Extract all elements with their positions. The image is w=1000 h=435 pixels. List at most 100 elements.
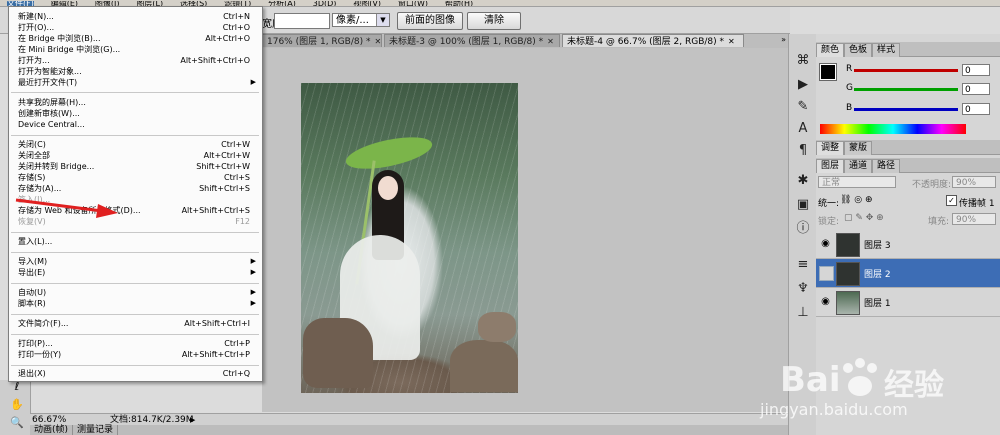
blend-mode-select[interactable]: 正常 [818, 176, 896, 188]
g-slider[interactable] [854, 88, 958, 91]
figure-face [378, 176, 398, 200]
menu-item-close[interactable]: 关闭(C) Ctrl+W [18, 139, 258, 150]
toolbox: ℓ ✋ 🔍 [0, 380, 31, 435]
layer-name: 图层 1 [864, 299, 891, 309]
menu-item-device-central[interactable]: Device Central... [18, 119, 258, 130]
adjustments-icon[interactable]: ✱ [794, 172, 812, 190]
menu-item-print[interactable]: 打印(P)... Ctrl+P [18, 338, 258, 349]
tab-adjustments[interactable]: 调整 [816, 141, 845, 155]
menu-item-shortcut: Ctrl+W [221, 140, 250, 149]
layer-row[interactable]: ◉ 图层 1 [816, 288, 1000, 317]
clone-source-icon[interactable]: ♆ [794, 280, 812, 298]
image-icon[interactable]: ▣ [794, 196, 812, 214]
lock-icons[interactable]: ▢ ✎ ✥ ⊕ [844, 213, 884, 223]
b-slider[interactable] [854, 108, 958, 111]
front-image-button[interactable]: 前面的图像 [397, 12, 463, 30]
actions-play-icon[interactable]: ▶ [794, 76, 812, 94]
menu-item-label: 导出(E) [18, 268, 46, 277]
menu-item-scripts[interactable]: 脚本(R) ▶ [18, 298, 258, 309]
r-label: R [846, 64, 853, 74]
tabs-overflow-icon[interactable]: » [781, 35, 786, 44]
menu-separator [11, 92, 259, 93]
chevron-down-icon[interactable]: ▼ [376, 14, 389, 26]
menu-item-shortcut: Alt+Shift+Ctrl+S [181, 206, 250, 215]
baidu-paw-icon [843, 358, 877, 396]
menu-item-recent-files[interactable]: 最近打开文件(T) ▶ [18, 77, 258, 88]
tab-layers[interactable]: 图层 [816, 159, 845, 173]
tab-masks[interactable]: 蒙版 [844, 141, 873, 155]
close-icon[interactable]: ✕ [728, 35, 735, 47]
fill-input[interactable]: 90% [952, 213, 996, 225]
layer-thumbnail [836, 233, 860, 257]
eye-icon[interactable]: ◉ [819, 295, 832, 308]
menu-item-label: Device Central... [18, 120, 85, 129]
menu-item-browse-mini-bridge[interactable]: 在 Mini Bridge 中浏览(G)... [18, 44, 258, 55]
menu-item-print-one[interactable]: 打印一份(Y) Alt+Shift+Ctrl+P [18, 349, 258, 360]
r-slider[interactable] [854, 69, 958, 72]
paragraph-icon[interactable]: ¶ [794, 142, 812, 160]
history-icon[interactable]: ⌘ [794, 52, 812, 70]
menu-item-create-review[interactable]: 创建新审核(W)... [18, 108, 258, 119]
tab-animation[interactable]: 动画(帧) [30, 425, 74, 435]
clear-button[interactable]: 清除 [467, 12, 521, 30]
menu-item-import[interactable]: 导入(M) ▶ [18, 256, 258, 267]
hand-tool-icon[interactable]: ✋ [10, 398, 24, 412]
zoom-tool-icon[interactable]: 🔍 [10, 416, 24, 430]
submenu-arrow-icon: ▶ [250, 257, 256, 265]
color-row-g: G 0 [846, 83, 996, 97]
menu-item-exit[interactable]: 退出(X) Ctrl+Q [18, 368, 258, 379]
tool-presets-icon[interactable]: ⊥ [794, 304, 812, 322]
opacity-input[interactable]: 90% [952, 176, 996, 188]
tab-color[interactable]: 颜色 [816, 43, 845, 57]
menu-item-shortcut: Alt+Shift+Ctrl+P [181, 350, 250, 359]
menu-item-save[interactable]: 存储(S) Ctrl+S [18, 172, 258, 183]
menu-item-place[interactable]: 置入(L)... [18, 236, 258, 247]
character-icon[interactable]: A [794, 120, 812, 138]
unit-select[interactable]: 像素/... ▼ [332, 13, 390, 27]
tab-document-4[interactable]: 未标题-4 @ 66.7% (图层 2, RGB/8) * ✕ [562, 34, 744, 47]
blend-mode-value: 正常 [822, 178, 841, 188]
menu-item-open-as[interactable]: 打开为... Alt+Shift+Ctrl+O [18, 55, 258, 66]
menu-item-open-smart-object[interactable]: 打开为智能对象... [18, 66, 258, 77]
submenu-arrow-icon: ▶ [250, 78, 256, 86]
brush-presets-icon[interactable]: ≡ [794, 256, 812, 274]
menu-item-browse-bridge[interactable]: 在 Bridge 中浏览(B)... Alt+Ctrl+O [18, 33, 258, 44]
close-icon[interactable]: ✕ [547, 35, 554, 47]
brush-icon[interactable]: ✎ [794, 98, 812, 116]
tab-styles[interactable]: 样式 [872, 43, 901, 57]
r-value-input[interactable]: 0 [962, 64, 990, 76]
unify-icons[interactable]: ⛓ ◎ ⊕ [840, 195, 873, 205]
menu-item-label: 打开(O)... [18, 23, 55, 32]
menu-item-automate[interactable]: 自动(U) ▶ [18, 287, 258, 298]
tab-document-2[interactable]: 176% (图层 1, RGB/8) * ✕ [262, 34, 382, 47]
close-icon[interactable]: ✕ [374, 35, 381, 47]
tab-channels[interactable]: 通道 [844, 159, 873, 173]
foreground-color-swatch[interactable] [819, 63, 837, 81]
menu-item-save-as[interactable]: 存储为(A)... Shift+Ctrl+S [18, 183, 258, 194]
info-icon[interactable]: ⓘ [794, 220, 812, 238]
menu-item-export[interactable]: 导出(E) ▶ [18, 267, 258, 278]
menu-item-open[interactable]: 打开(O)... Ctrl+O [18, 22, 258, 33]
menu-item-close-go-bridge[interactable]: 关闭并转到 Bridge... Shift+Ctrl+W [18, 161, 258, 172]
resolution-input[interactable] [274, 13, 330, 29]
g-value-input[interactable]: 0 [962, 83, 990, 95]
b-value-input[interactable]: 0 [962, 103, 990, 115]
menu-item-close-all[interactable]: 关闭全部 Alt+Ctrl+W [18, 150, 258, 161]
menu-item-file-info[interactable]: 文件简介(F)... Alt+Shift+Ctrl+I [18, 318, 258, 329]
lasso-tool-icon[interactable]: ℓ [10, 380, 24, 394]
menu-item-new[interactable]: 新建(N)... Ctrl+N [18, 11, 258, 22]
tab-document-3[interactable]: 未标题-3 @ 100% (图层 1, RGB/8) * ✕ [384, 34, 560, 47]
propagate-checkbox[interactable]: ✓ [946, 195, 957, 206]
eye-icon[interactable]: ◉ [819, 237, 832, 250]
color-spectrum[interactable] [820, 124, 966, 134]
tab-swatches[interactable]: 色板 [844, 43, 873, 57]
menu-item-label: 在 Bridge 中浏览(B)... [18, 34, 101, 43]
layer-row-selected[interactable]: 图层 2 [816, 259, 1000, 288]
tab-paths[interactable]: 路径 [872, 159, 901, 173]
menu-item-share-screen[interactable]: 共享我的屏幕(H)... [18, 97, 258, 108]
tab-measurement-log[interactable]: 测量记录 [73, 425, 119, 435]
visibility-toggle[interactable] [819, 266, 834, 281]
layer-row[interactable]: ◉ 图层 3 [816, 230, 1000, 259]
menu-item-label: 关闭全部 [18, 151, 50, 160]
unit-select-value: 像素/... [336, 15, 369, 26]
